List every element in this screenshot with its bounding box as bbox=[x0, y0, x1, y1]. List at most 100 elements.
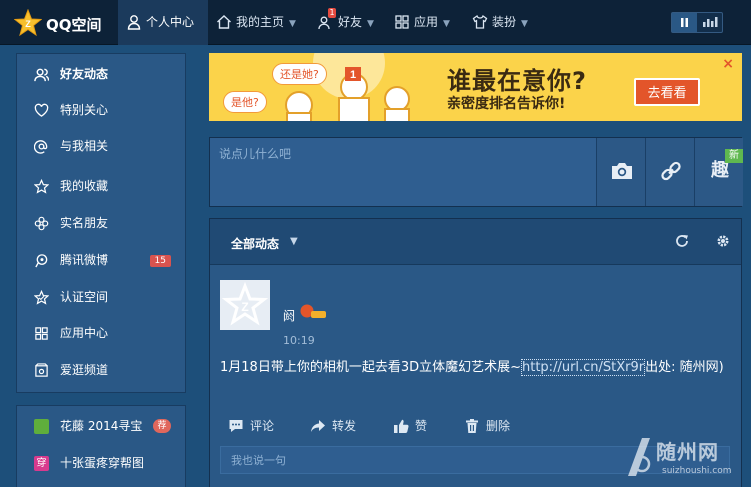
like-button[interactable]: 赞 bbox=[393, 415, 427, 437]
weibo-count-badge: 15 bbox=[149, 255, 171, 267]
svg-text:Z: Z bbox=[25, 19, 31, 29]
nav-label: 应用 bbox=[414, 15, 439, 29]
action-label: 赞 bbox=[415, 419, 428, 433]
star-logo-icon: Z bbox=[14, 9, 42, 37]
post-composer: 说点儿什么吧 趣 新 bbox=[209, 137, 743, 207]
new-badge: 新 bbox=[725, 149, 743, 163]
feed-filter-label[interactable]: 全部动态 bbox=[231, 235, 279, 252]
gear-icon[interactable] bbox=[715, 233, 731, 249]
banner-headline: 谁最在意你? bbox=[447, 67, 587, 95]
nav-personal-center[interactable]: 个人中心 bbox=[118, 0, 208, 45]
default-avatar-icon: Z bbox=[221, 281, 269, 326]
refresh-icon[interactable] bbox=[674, 233, 690, 249]
app-item-photos[interactable]: 穿 十张蛋疼穿帮图 bbox=[17, 445, 185, 481]
stats-view-button[interactable] bbox=[697, 13, 722, 32]
shop-icon bbox=[35, 363, 48, 377]
qzone-logo[interactable]: Z QQ空间 bbox=[14, 9, 114, 37]
forward-button[interactable]: 转发 bbox=[310, 415, 356, 437]
app-recommendations: 花藤 2014寻宝 荐 穿 十张蛋疼穿帮图 bbox=[16, 405, 186, 487]
sidebar-item-label: 实名朋友 bbox=[60, 216, 109, 230]
post-link[interactable]: http://url.cn/StXr9r bbox=[521, 359, 646, 376]
promo-banner[interactable]: 1 还是她? 是他? 谁最在意你? 亲密度排名告诉你! 去看看 × bbox=[209, 53, 742, 121]
apps-icon bbox=[35, 327, 48, 340]
banner-bubble: 是他? bbox=[223, 91, 267, 113]
status-input[interactable]: 说点儿什么吧 bbox=[210, 138, 596, 206]
link-button[interactable] bbox=[645, 138, 694, 206]
photo-button[interactable] bbox=[596, 138, 645, 206]
watermark-logo-icon bbox=[628, 438, 651, 476]
home-icon bbox=[217, 15, 231, 29]
post-text-tail: 出处: 随州网) bbox=[645, 360, 724, 375]
sidebar-item-real-name-friends[interactable]: 实名朋友 bbox=[17, 205, 185, 241]
sidebar-item-favorites[interactable]: 我的收藏 bbox=[17, 168, 185, 204]
sidebar-item-tencent-weibo[interactable]: 腾讯微博 15 bbox=[17, 242, 185, 278]
fun-button[interactable]: 趣 新 bbox=[694, 138, 743, 206]
comment-icon bbox=[229, 420, 243, 432]
banner-subtitle: 亲密度排名告诉你! bbox=[447, 96, 566, 112]
nav-apps[interactable]: 应用 ▼ bbox=[386, 0, 462, 45]
thumbs-up-icon bbox=[394, 419, 409, 433]
share-arrow-icon bbox=[311, 420, 325, 432]
sidebar-item-certified-space[interactable]: 认证空间 bbox=[17, 279, 185, 315]
chevron-down-icon[interactable]: ▼ bbox=[290, 236, 298, 247]
banner-go-button[interactable]: 去看看 bbox=[634, 78, 700, 106]
action-label: 转发 bbox=[332, 419, 357, 433]
heart-icon bbox=[34, 103, 49, 117]
camera-icon bbox=[612, 163, 632, 179]
svg-text:Z: Z bbox=[241, 300, 248, 314]
action-label: 评论 bbox=[250, 419, 275, 433]
feed-header: 全部动态 ▼ bbox=[210, 219, 741, 265]
close-icon[interactable]: × bbox=[722, 56, 734, 72]
pause-icon bbox=[681, 18, 688, 27]
chevron-down-icon: ▼ bbox=[443, 19, 450, 29]
certified-icon bbox=[34, 290, 49, 305]
comment-button[interactable]: 评论 bbox=[228, 415, 274, 437]
chevron-down-icon: ▼ bbox=[521, 19, 528, 29]
app-item-huateng[interactable]: 花藤 2014寻宝 荐 bbox=[17, 408, 185, 444]
chuanbang-app-icon: 穿 bbox=[34, 456, 49, 471]
site-watermark: 随州网 suizhoushi.com bbox=[620, 432, 748, 484]
chevron-down-icon: ▼ bbox=[367, 19, 374, 29]
svg-text:1: 1 bbox=[350, 69, 356, 81]
post-username[interactable]: 阏 bbox=[283, 307, 295, 324]
sidebar-item-related-to-me[interactable]: 与我相关 bbox=[17, 128, 185, 164]
chevron-down-icon: ▼ bbox=[289, 19, 296, 29]
at-icon bbox=[34, 140, 48, 154]
pause-view-button[interactable] bbox=[672, 13, 697, 32]
sidebar-item-label: 爱逛频道 bbox=[60, 363, 109, 377]
sidebar-item-label: 认证空间 bbox=[60, 290, 109, 304]
banner-bubble: 还是她? bbox=[272, 63, 327, 85]
recommend-tag: 荐 bbox=[153, 419, 171, 433]
nav-label: 我的主页 bbox=[236, 15, 285, 29]
friends-badge: 1 bbox=[328, 8, 336, 18]
sidebar-item-label: 与我相关 bbox=[60, 139, 109, 153]
post-content: 1月18日带上你的相机一起去看3D立体魔幻艺术展~http://url.cn/S… bbox=[220, 357, 730, 378]
sidebar-item-app-center[interactable]: 应用中心 bbox=[17, 315, 185, 351]
nav-label: 个人中心 bbox=[146, 15, 195, 29]
link-icon bbox=[661, 161, 681, 181]
app-item-label: 十张蛋疼穿帮图 bbox=[60, 456, 145, 470]
delete-button[interactable]: 删除 bbox=[464, 415, 510, 437]
logo-text: QQ空间 bbox=[46, 16, 102, 34]
sidebar-item-friend-feed[interactable]: 好友动态 bbox=[17, 56, 185, 92]
nav-decorate[interactable]: 装扮 ▼ bbox=[464, 0, 540, 45]
watermark-url: suizhoushi.com bbox=[662, 466, 732, 476]
nav-my-homepage[interactable]: 我的主页 ▼ bbox=[208, 0, 304, 45]
fun-icon: 趣 bbox=[711, 160, 729, 181]
action-label: 删除 bbox=[486, 419, 511, 433]
view-toggle bbox=[671, 12, 723, 33]
trash-icon bbox=[466, 419, 478, 433]
sidebar-item-special-care[interactable]: 特别关心 bbox=[17, 92, 185, 128]
sidebar-item-shopping-channel[interactable]: 爱逛频道 bbox=[17, 352, 185, 388]
sidebar-item-label: 特别关心 bbox=[60, 103, 109, 117]
nav-friends[interactable]: 1 好友 ▼ bbox=[310, 0, 382, 45]
nav-label: 好友 bbox=[338, 15, 363, 29]
post-timestamp: 10:19 bbox=[283, 334, 315, 347]
avatar[interactable]: Z bbox=[220, 280, 270, 330]
friends-icon bbox=[34, 68, 49, 82]
star-icon bbox=[34, 179, 49, 194]
tshirt-icon bbox=[472, 14, 488, 29]
vip-badge-icon bbox=[300, 304, 326, 318]
sidebar-item-label: 应用中心 bbox=[60, 326, 109, 340]
flower-icon bbox=[34, 216, 49, 231]
